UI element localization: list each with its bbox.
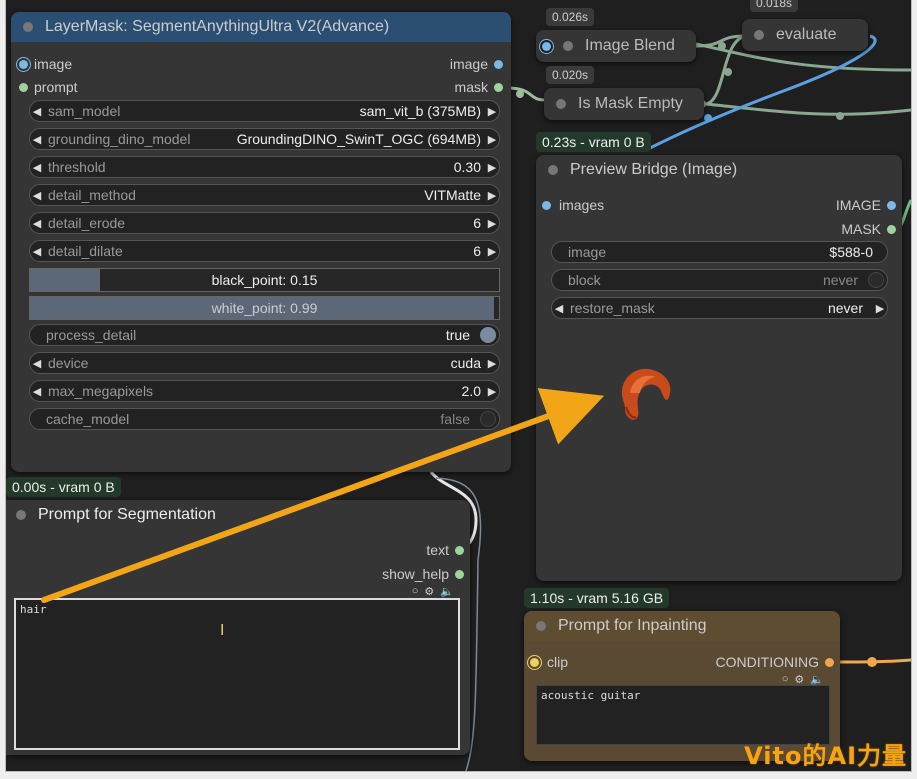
watermark: Vito的AI力量	[744, 742, 907, 770]
workflow-canvas[interactable]: 0.026s Image Blend 0.018s evaluate 0.020…	[6, 0, 911, 771]
annotation-arrow	[41, 388, 605, 603]
